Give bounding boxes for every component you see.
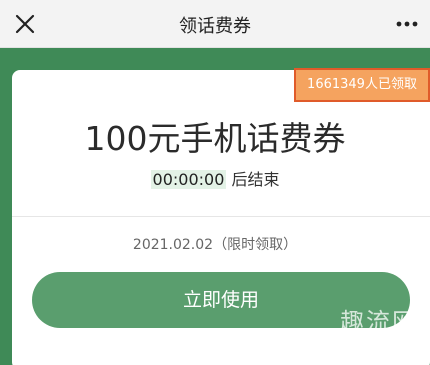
top-bar: 领话费券 bbox=[0, 0, 430, 48]
watermark-text: 趣流网 bbox=[340, 308, 418, 336]
coupon-page: 领话费券 1661349人已领取 100元手机话费券 00:00:00 后结束 … bbox=[0, 0, 430, 365]
countdown-suffix: 后结束 bbox=[231, 170, 280, 189]
watermark-url: www.iqulw.com bbox=[348, 337, 418, 347]
more-button[interactable] bbox=[392, 9, 422, 39]
countdown-time: 00:00:00 bbox=[150, 170, 227, 189]
claimed-count-badge: 1661349人已领取 bbox=[294, 68, 430, 102]
countdown: 00:00:00 后结束 bbox=[0, 166, 430, 190]
coupon-title: 100元手机话费券 bbox=[84, 119, 346, 158]
page-title: 领话费券 bbox=[179, 16, 251, 37]
watermark-logo: 趣流网 www.iqulw.com bbox=[308, 302, 418, 347]
validity-date: 2021.02.02（限时领取） bbox=[132, 237, 298, 253]
more-icon bbox=[396, 21, 418, 27]
divider bbox=[12, 216, 430, 217]
